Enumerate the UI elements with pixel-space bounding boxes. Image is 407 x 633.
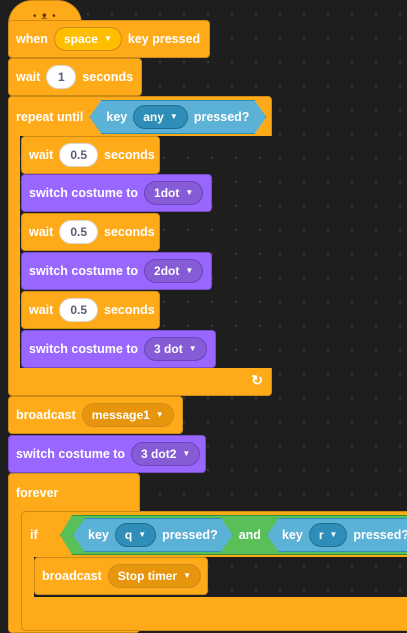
wait-label: wait — [29, 148, 54, 162]
message-dropdown[interactable]: Stop timer ▼ — [107, 564, 202, 588]
costume-dropdown[interactable]: 2dot ▼ — [144, 259, 204, 283]
key-option-dropdown[interactable]: r ▼ — [309, 523, 348, 547]
key-label: key — [106, 110, 128, 124]
message-value: Stop timer — [117, 569, 178, 583]
switch-costume-block[interactable]: switch costume to 3 dot2 ▼ — [8, 435, 206, 473]
costume-dropdown[interactable]: 1dot ▼ — [144, 181, 204, 205]
and-label: and — [238, 528, 261, 542]
costume-value: 3 dot — [154, 342, 183, 356]
wait-seconds-input[interactable]: 0.5 — [59, 298, 98, 322]
broadcast-label: broadcast — [16, 408, 76, 422]
seconds-label: seconds — [104, 303, 155, 317]
key-label: key — [281, 528, 303, 542]
loop-arrow-icon: ↻ — [251, 372, 263, 388]
pressed-label: pressed? — [162, 528, 218, 542]
seconds-label: seconds — [104, 148, 155, 162]
wait-seconds-input[interactable]: 0.5 — [59, 220, 98, 244]
and-operator[interactable]: key q ▼ pressed? and key r ▼ pressed? — [60, 515, 407, 555]
costume-value: 2dot — [154, 264, 180, 278]
costume-value: 3 dot2 — [141, 447, 177, 461]
key-option-value: r — [318, 528, 324, 542]
message-value: message1 — [91, 408, 150, 422]
key-pressed-sensing[interactable]: key any ▼ pressed? — [89, 100, 266, 134]
inner-wait-block[interactable]: wait 0.5 seconds — [21, 136, 160, 174]
wait-block[interactable]: wait 1 seconds — [8, 58, 142, 96]
wait-seconds-input[interactable]: 0.5 — [59, 143, 98, 167]
key-label: key — [88, 528, 109, 542]
key-dropdown-value: space — [63, 32, 98, 46]
broadcast-label: broadcast — [42, 569, 102, 583]
pressed-label: pressed? — [353, 528, 407, 542]
switch-costume-label: switch costume to — [29, 342, 139, 356]
chevron-down-icon: ▼ — [169, 112, 178, 121]
forever-label: forever — [16, 486, 59, 500]
chevron-down-icon: ▼ — [188, 344, 197, 353]
switch-costume-block[interactable]: switch costume to 1dot ▼ — [21, 174, 212, 212]
switch-costume-label: switch costume to — [29, 264, 139, 278]
chevron-down-icon: ▼ — [329, 530, 338, 539]
switch-costume-label: switch costume to — [16, 447, 126, 461]
key-option-value: any — [143, 110, 164, 124]
wait-seconds-input[interactable]: 1 — [46, 65, 77, 89]
chevron-down-icon: ▼ — [183, 571, 192, 580]
key-q-pressed-sensing[interactable]: key q ▼ pressed? — [73, 518, 233, 552]
repeat-until-label: repeat until — [16, 110, 84, 124]
costume-dropdown[interactable]: 3 dot ▼ — [144, 337, 207, 361]
chevron-down-icon: ▼ — [185, 188, 194, 197]
key-option-dropdown[interactable]: any ▼ — [133, 105, 188, 129]
inner-wait-block[interactable]: wait 0.5 seconds — [21, 213, 160, 251]
chevron-down-icon: ▼ — [155, 410, 164, 419]
if-label: if — [30, 528, 38, 542]
broadcast-stop-timer-block[interactable]: broadcast Stop timer ▼ — [34, 557, 208, 595]
wait-label: wait — [29, 225, 54, 239]
seconds-label: seconds — [82, 70, 134, 84]
chevron-down-icon: ▼ — [138, 530, 147, 539]
when-label: when — [16, 32, 48, 46]
broadcast-block[interactable]: broadcast message1 ▼ — [8, 396, 183, 434]
switch-costume-block[interactable]: switch costume to 3 dot ▼ — [21, 330, 216, 368]
key-option-dropdown[interactable]: q ▼ — [115, 523, 156, 547]
costume-value: 1dot — [154, 186, 180, 200]
key-pressed-label: key pressed — [127, 32, 201, 46]
key-dropdown[interactable]: space ▼ — [53, 27, 122, 51]
switch-costume-block[interactable]: switch costume to 2dot ▼ — [21, 252, 212, 290]
pressed-label: pressed? — [193, 110, 250, 124]
chevron-down-icon: ▼ — [103, 34, 112, 43]
seconds-label: seconds — [104, 225, 155, 239]
costume-dropdown[interactable]: 3 dot2 ▼ — [131, 442, 201, 466]
when-key-pressed-block[interactable]: when space ▼ key pressed — [8, 20, 210, 58]
chevron-down-icon: ▼ — [182, 449, 191, 458]
chevron-down-icon: ▼ — [185, 266, 194, 275]
inner-wait-block[interactable]: wait 0.5 seconds — [21, 291, 160, 329]
message-dropdown[interactable]: message1 ▼ — [81, 403, 174, 427]
wait-label: wait — [16, 70, 41, 84]
wait-label: wait — [29, 303, 54, 317]
key-r-pressed-sensing[interactable]: key r ▼ pressed? — [267, 518, 407, 552]
switch-costume-label: switch costume to — [29, 186, 139, 200]
key-option-value: q — [124, 528, 133, 542]
